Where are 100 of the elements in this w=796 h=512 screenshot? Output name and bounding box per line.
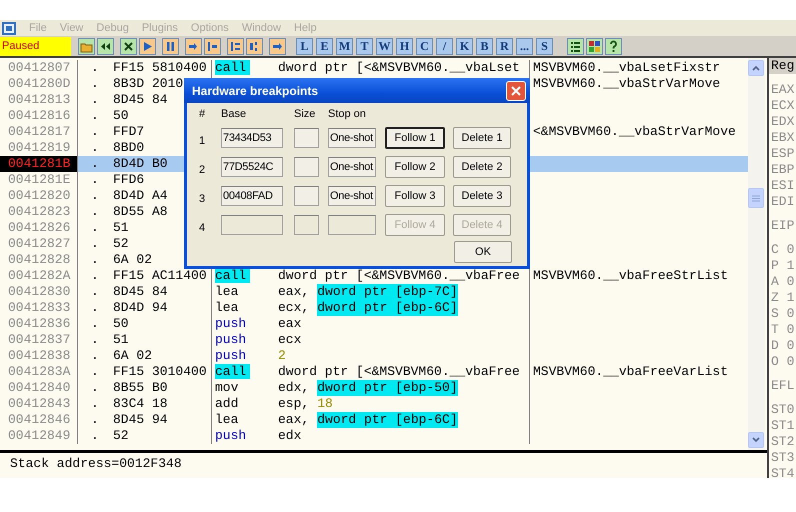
dot-marker: . <box>91 156 100 172</box>
address-cell-text: 00412837 <box>7 332 72 348</box>
mnemonic-text: push <box>215 316 246 331</box>
dot-marker: . <box>91 396 100 412</box>
address-cell-text: 00412826 <box>7 220 72 236</box>
mnemonic-text: push <box>215 332 246 347</box>
register-label: ST3 <box>770 450 796 466</box>
address-cell-text: 00412849 <box>7 428 72 444</box>
dot-marker: . <box>91 412 100 428</box>
operand-text: dword ptr [<&MSVBVM60.__vbaLset <box>278 60 520 76</box>
register-label: ST2 <box>770 434 796 450</box>
dot-marker: . <box>91 252 100 268</box>
address-cell-text: 00412828 <box>7 252 72 268</box>
dot-marker: . <box>91 140 100 156</box>
mnemonic-text: push <box>215 428 246 443</box>
status-label: Paused <box>0 36 71 56</box>
register-label: S 0 <box>770 306 796 322</box>
dot-marker: . <box>91 284 100 300</box>
hex-cell: 51 <box>113 220 129 236</box>
mnemonic-text: mov <box>215 380 238 395</box>
address-cell-text: 00412823 <box>7 204 72 220</box>
hex-cell: 52 <box>113 428 129 444</box>
hex-cell: 51 <box>113 332 129 348</box>
hex-cell: 6A 02 <box>113 252 152 268</box>
comment-text: <&MSVBVM60.__vbaStrVarMove <box>533 124 736 140</box>
register-label: EBP <box>770 162 796 178</box>
register-label: ST1 <box>770 418 796 434</box>
dot-marker: . <box>91 300 100 316</box>
operand-text: esp, <box>278 396 310 412</box>
address-cell-text: 00412838 <box>7 348 72 364</box>
operand-text: dword ptr [<&MSVBVM60.__vbaFree <box>278 364 520 380</box>
mnemonic-text: call <box>215 268 250 283</box>
hex-cell: 50 <box>113 108 129 124</box>
hex-cell: 8D55 A8 <box>113 204 168 220</box>
operand-text: dword ptr [ebp-50] <box>317 380 458 396</box>
mnemonic-text: push <box>215 348 246 363</box>
operand-text: eax, <box>278 284 310 300</box>
address-cell-text: 00412830 <box>7 284 72 300</box>
register-label: EAX <box>770 82 796 98</box>
register-label: C 0 <box>770 242 796 258</box>
address-cell-text: 00412813 <box>7 92 72 108</box>
register-label: ST0 <box>770 402 796 418</box>
address-cell-text: 00412836 <box>7 316 72 332</box>
hex-cell: 8D4D A4 <box>113 188 168 204</box>
register-label: ESI <box>770 178 796 194</box>
operand-text: 18 <box>317 396 333 412</box>
hex-cell: 8D45 84 <box>113 92 168 108</box>
address-cell-text: 00412840 <box>7 380 72 396</box>
dot-marker: . <box>91 220 100 236</box>
comment-text: MSVBVM60.__vbaLsetFixstr <box>533 60 720 76</box>
register-label: O 0 <box>770 354 796 370</box>
hex-cell: FF15 3010400 <box>113 364 207 380</box>
dot-marker: . <box>91 172 100 188</box>
dot-marker: . <box>91 364 100 380</box>
dot-marker: . <box>91 124 100 140</box>
column-header: # <box>199 108 206 120</box>
dot-marker: . <box>91 188 100 204</box>
mnemonic-text: call <box>215 364 250 379</box>
register-label: T 0 <box>770 322 796 338</box>
mnemonic-text: lea <box>215 284 238 299</box>
row-number: 2 <box>199 163 206 176</box>
register-label: P 1 <box>770 258 796 274</box>
register-label: EDI <box>770 194 796 210</box>
operand-text: ecx, <box>278 300 310 316</box>
row-number: 1 <box>199 134 206 147</box>
column-header: Size <box>294 108 316 120</box>
dot-marker: . <box>91 76 100 92</box>
dot-marker: . <box>91 348 100 364</box>
hex-cell: 83C4 18 <box>113 396 168 412</box>
address-cell-text: 00412833 <box>7 300 72 316</box>
register-label: Z 1 <box>770 290 796 306</box>
address-cell-text: 0041281E <box>7 172 72 188</box>
dot-marker: . <box>91 108 100 124</box>
hex-cell: 8BD0 <box>113 140 144 156</box>
hex-cell: 50 <box>113 316 129 332</box>
hex-cell: 6A 02 <box>113 348 152 364</box>
mnemonic-text: call <box>215 60 250 75</box>
operand-text: edx <box>278 428 302 444</box>
mnemonic-text: lea <box>215 300 238 315</box>
address-cell-text: 00412807 <box>7 60 72 76</box>
address-cell-text: 0041283A <box>7 364 72 380</box>
operand-text: edx, <box>278 380 310 396</box>
mnemonic-text: add <box>215 396 238 411</box>
dot-marker: . <box>91 316 100 332</box>
hex-cell: 8B55 B0 <box>113 380 168 396</box>
hex-cell: 8D45 84 <box>113 284 168 300</box>
address-cell: 0041281B <box>0 156 77 172</box>
operand-text: dword ptr [ebp-6C] <box>317 412 458 428</box>
hex-cell: FFD6 <box>113 172 144 188</box>
address-cell-text: 0041280D <box>7 76 72 92</box>
register-label: EDX <box>770 114 796 130</box>
dot-marker: . <box>91 428 100 444</box>
register-label: EIP <box>770 218 796 234</box>
hex-cell: 8D4D B0 <box>113 156 168 172</box>
mnemonic-text: lea <box>215 412 238 427</box>
dot-marker: . <box>91 60 100 76</box>
dot-marker: . <box>91 380 100 396</box>
comment-text: MSVBVM60.__vbaFreeStrList <box>533 268 728 284</box>
operand-text: eax, <box>278 412 310 428</box>
pane-header: Reg <box>769 58 796 74</box>
